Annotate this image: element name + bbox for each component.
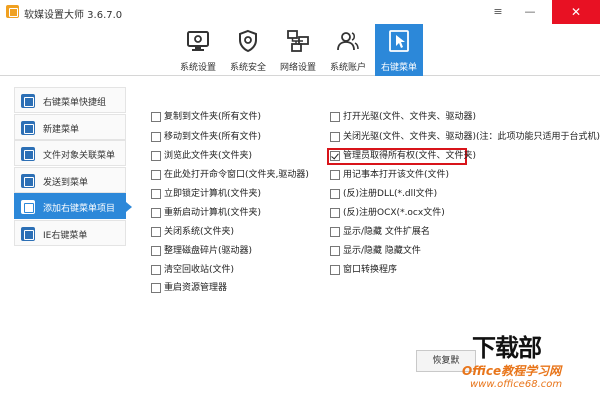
checkbox[interactable] — [330, 170, 340, 180]
option-label: 浏览此文件夹(文件夹) — [164, 151, 253, 161]
checkbox[interactable] — [151, 208, 161, 218]
option-label: 关闭系统(文件夹) — [164, 227, 235, 237]
option-label: 用记事本打开该文件(文件) — [343, 170, 450, 180]
tab-system-security[interactable]: 系统安全 — [224, 24, 272, 76]
tab-label: 系统设置 — [179, 63, 216, 73]
sidebar: 右键菜单快捷组 新建菜单 文件对象关联菜单 发送到菜单 添加右键菜单项目 IE右… — [14, 87, 132, 246]
tab-context-menu[interactable]: 右键菜单 — [375, 24, 423, 76]
users-icon — [337, 32, 359, 51]
option-label: 关闭光驱(文件、文件夹、驱动器)(注：此项功能只适用于台式机) — [343, 132, 600, 142]
sidebar-item-label: 右键菜单快捷组 — [43, 98, 107, 108]
option-label: 立即锁定计算机(文件夹) — [164, 189, 262, 199]
new-menu-icon — [21, 120, 35, 135]
option-label: (反)注册OCX(*.ocx文件) — [343, 208, 445, 218]
option-label: 显示/隐藏 隐藏文件 — [343, 246, 421, 256]
title-bar: 软媒设置大师 3.6.7.0 ≡ — ✕ — [0, 0, 600, 24]
shield-gear-icon — [239, 29, 257, 53]
cursor-click-icon — [389, 30, 409, 52]
option-label: 重新启动计算机(文件夹) — [164, 208, 262, 218]
watermark-url: www.office68.com — [470, 379, 563, 390]
tab-system-accounts[interactable]: 系统账户 — [324, 24, 372, 76]
sidebar-item-label: 新建菜单 — [43, 124, 80, 135]
checkbox[interactable] — [151, 283, 161, 293]
checkbox[interactable] — [151, 189, 161, 199]
option-label: 移动到文件夹(所有文件) — [164, 132, 262, 142]
sidebar-item-file-association[interactable]: 文件对象关联菜单 — [14, 140, 126, 166]
option-label: 在此处打开命令窗口(文件夹,驱动器) — [164, 170, 309, 180]
checkbox[interactable] — [330, 132, 340, 142]
option-label: 打开光驱(文件、文件夹、驱动器) — [343, 112, 477, 122]
checkbox[interactable] — [330, 208, 340, 218]
sidebar-item-new-menu[interactable]: 新建菜单 — [14, 113, 126, 140]
quick-group-icon — [21, 94, 35, 108]
menu-button[interactable]: ≡ — [483, 0, 513, 24]
monitor-gear-icon — [187, 31, 209, 51]
watermark-site-name: Office教程学习网 — [462, 364, 562, 378]
tab-label: 系统账户 — [329, 63, 366, 73]
tab-label: 系统安全 — [229, 63, 266, 73]
close-button[interactable]: ✕ — [552, 0, 600, 24]
option-label: 整理磁盘碎片(驱动器) — [164, 246, 253, 256]
option-label: 清空回收站(文件) — [164, 265, 235, 275]
network-icon — [287, 30, 309, 52]
tab-system-settings[interactable]: 系统设置 — [174, 24, 222, 76]
sidebar-item-label: IE右键菜单 — [43, 230, 88, 241]
option-label: 窗口转换程序 — [343, 265, 398, 275]
sidebar-item-quick-group[interactable]: 右键菜单快捷组 — [14, 87, 126, 113]
checkbox[interactable] — [151, 265, 161, 275]
checkbox[interactable] — [330, 112, 340, 122]
sidebar-item-label: 文件对象关联菜单 — [43, 151, 116, 161]
window-title: 软媒设置大师 3.6.7.0 — [24, 10, 123, 21]
option-label: 复制到文件夹(所有文件) — [164, 112, 262, 122]
main-toolbar: 系统设置 系统安全 网络设置 系统账户 右键菜单 — [0, 24, 600, 76]
watermark-logo: 下载部 — [472, 334, 542, 362]
checkbox[interactable] — [330, 246, 340, 256]
option-label: 重启资源管理器 — [164, 283, 228, 293]
checkbox[interactable] — [151, 132, 161, 142]
sidebar-item-label: 添加右键菜单项目 — [43, 204, 116, 214]
checkbox[interactable] — [151, 112, 161, 122]
checkbox[interactable] — [330, 227, 340, 237]
option-label: (反)注册DLL(*.dll文件) — [343, 189, 438, 199]
option-label: 显示/隐藏 文件扩展名 — [343, 227, 430, 237]
checkbox[interactable] — [151, 170, 161, 180]
sidebar-item-add-context-items[interactable]: 添加右键菜单项目 — [14, 193, 132, 219]
file-list-icon — [21, 147, 35, 161]
tab-network-settings[interactable]: 网络设置 — [274, 24, 322, 76]
minimize-button[interactable]: — — [515, 0, 545, 24]
sidebar-item-ie-menu[interactable]: IE右键菜单 — [14, 219, 126, 246]
checkbox[interactable] — [151, 246, 161, 256]
checkbox[interactable] — [330, 265, 340, 275]
sidebar-item-label: 发送到菜单 — [43, 177, 89, 188]
tab-label: 网络设置 — [279, 63, 316, 73]
checkbox[interactable] — [330, 189, 340, 199]
sidebar-item-send-to[interactable]: 发送到菜单 — [14, 166, 126, 193]
send-to-icon — [21, 173, 35, 188]
ie-icon — [21, 226, 35, 241]
add-item-icon — [21, 200, 35, 214]
app-logo-icon — [6, 5, 19, 18]
checkbox[interactable] — [151, 227, 161, 237]
option-label: 管理员取得所有权(文件、文件夹) — [343, 151, 477, 161]
checkbox[interactable] — [151, 151, 161, 161]
tab-label: 右键菜单 — [380, 63, 417, 73]
checkbox-checked[interactable] — [330, 151, 340, 161]
